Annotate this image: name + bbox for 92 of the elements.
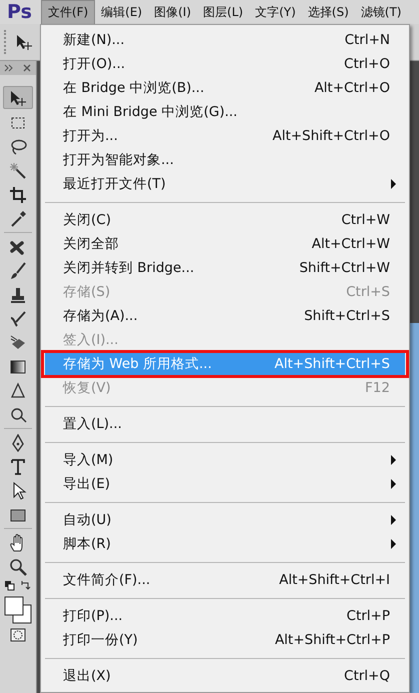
shortcut-text: Alt+Ctrl+O [314,80,390,96]
menu-item-label: 关闭并转到 Bridge... [63,259,196,277]
submenu-arrow-icon [391,179,396,189]
menu-item-label: 最近打开文件(T) [63,175,167,193]
menu-item[interactable]: 关闭(C) Ctrl+W [45,208,405,232]
default-colors-icon[interactable] [4,580,16,592]
menu-item-label: 置入(L)... [63,415,123,433]
shortcut-text: Ctrl+O [344,56,390,72]
menu-item-label: 签入(I)... [63,331,120,349]
menu-item-label: 打印一份(Y) [63,631,139,649]
menu-item-label: 在 Mini Bridge 中浏览(G)... [63,103,238,121]
menu-item[interactable]: 打印(P)... Ctrl+P [45,604,405,628]
menu-item-label: 文件简介(F)... [63,571,152,589]
menu-item-label: 打印(P)... [63,607,124,625]
swap-colors-icon[interactable] [20,580,32,592]
color-swatches-icon[interactable] [3,595,33,625]
menu-item[interactable]: 打开为智能对象... [45,148,405,172]
menu-item[interactable]: 脚本(R) [45,532,405,556]
gradient-icon[interactable] [9,358,27,376]
move-tool-icon[interactable] [9,88,27,106]
eraser-icon[interactable] [9,334,27,352]
menu-item[interactable]: 导出(E) [45,472,405,496]
close-icon[interactable] [22,63,32,73]
crop-icon[interactable] [9,186,27,204]
type-tool-icon[interactable] [9,458,27,476]
triangle-icon[interactable] [9,382,27,400]
menu-item[interactable]: 导入(M) [45,448,405,472]
menubar-item[interactable]: 图层(L) [197,0,250,24]
menu-item[interactable]: 文件简介(F)... Alt+Shift+Ctrl+I [45,568,405,592]
shortcut-text: Ctrl+N [344,32,390,48]
shortcut-text: Ctrl+Q [344,668,390,684]
shortcut-text: Alt+Ctrl+W [312,236,390,252]
submenu-arrow-icon [391,479,396,489]
app-logo: Ps [6,1,33,23]
menu-item[interactable]: 打开(O)... Ctrl+O [45,52,405,76]
shortcut-text: Ctrl+W [341,212,390,228]
shortcut-text: Alt+Shift+Ctrl+O [272,128,390,144]
menu-item-label: 导入(M) [63,451,114,469]
menu-item-label: 存储(S) [63,283,112,301]
menu-item[interactable]: 置入(L)... [45,412,405,436]
collapse-icon[interactable] [4,63,14,73]
menu-item[interactable]: 最近打开文件(T) [45,172,405,196]
menu-item[interactable]: 退出(X) Ctrl+Q [45,664,405,688]
menu-item[interactable]: 打印一份(Y) Alt+Shift+Ctrl+P [45,628,405,652]
menubar-item[interactable]: 滤镜(T) [354,0,408,24]
menu-item-label: 在 Bridge 中浏览(B)... [63,79,206,97]
menu-item[interactable]: 在 Mini Bridge 中浏览(G)... [45,100,405,124]
menu-item-label: 退出(X) [63,667,112,685]
shortcut-text: Alt+Shift+Ctrl+I [279,572,390,588]
menu-item[interactable]: 自动(U) [45,508,405,532]
grip-handle[interactable] [4,30,9,54]
menu-item[interactable]: 在 Bridge 中浏览(B)... Alt+Ctrl+O [45,76,405,100]
menubar-item[interactable]: 图像(I) [148,0,198,24]
brush-icon[interactable] [9,262,27,280]
quick-mask-icon[interactable] [10,628,26,642]
menu-item-label: 关闭全部 [63,235,120,253]
menubar-item[interactable]: 编辑(E) [95,0,148,24]
shortcut-text: F12 [365,380,390,396]
menubar-item[interactable]: 文字(Y) [249,0,302,24]
shortcut-text: Ctrl+P [346,608,390,624]
submenu-arrow-icon [391,539,396,549]
lasso-icon[interactable] [9,138,27,156]
menu-item-label: 导出(E) [63,475,112,493]
menu-item-label: 打开为智能对象... [63,151,175,169]
menu-item-label: 新建(N)... [63,31,126,49]
menu-item[interactable]: 关闭并转到 Bridge... Shift+Ctrl+W [45,256,405,280]
menu-item[interactable]: 打开为... Alt+Shift+Ctrl+O [45,124,405,148]
menu-item-label: 恢复(V) [63,379,112,397]
menu-item-label: 自动(U) [63,511,112,529]
menubar-item[interactable]: 选择(S) [302,0,355,24]
menu-item-label: 脚本(R) [63,535,112,553]
menubar-item[interactable]: 文件(F) [40,0,96,24]
magic-wand-icon[interactable] [9,162,27,180]
eyedropper-icon[interactable] [9,210,27,228]
submenu-arrow-icon [391,455,396,465]
shortcut-text: Ctrl+S [346,284,390,300]
submenu-arrow-icon [391,515,396,525]
menu-item-label: 关闭(C) [63,211,112,229]
menu-item[interactable]: 存储为(A)... Shift+Ctrl+S [45,304,405,328]
shortcut-text: Shift+Ctrl+W [299,260,390,276]
shortcut-text: Alt+Shift+Ctrl+S [274,356,390,372]
menu-item-label: 存储为 Web 所用格式... [63,355,213,373]
shortcut-text: Shift+Ctrl+S [304,308,390,324]
move-tool-icon[interactable] [15,33,33,51]
stamp-icon[interactable] [9,286,27,304]
menu-item-label: 打开为... [63,127,119,145]
menu-item[interactable]: 关闭全部 Alt+Ctrl+W [45,232,405,256]
menu-item-label: 存储为(A)... [63,307,139,325]
menu-item[interactable]: 新建(N)... Ctrl+N [45,28,405,52]
shortcut-text: Alt+Shift+Ctrl+P [274,632,390,648]
menu-item-label: 打开(O)... [63,55,126,73]
zoom-icon[interactable] [9,558,27,576]
